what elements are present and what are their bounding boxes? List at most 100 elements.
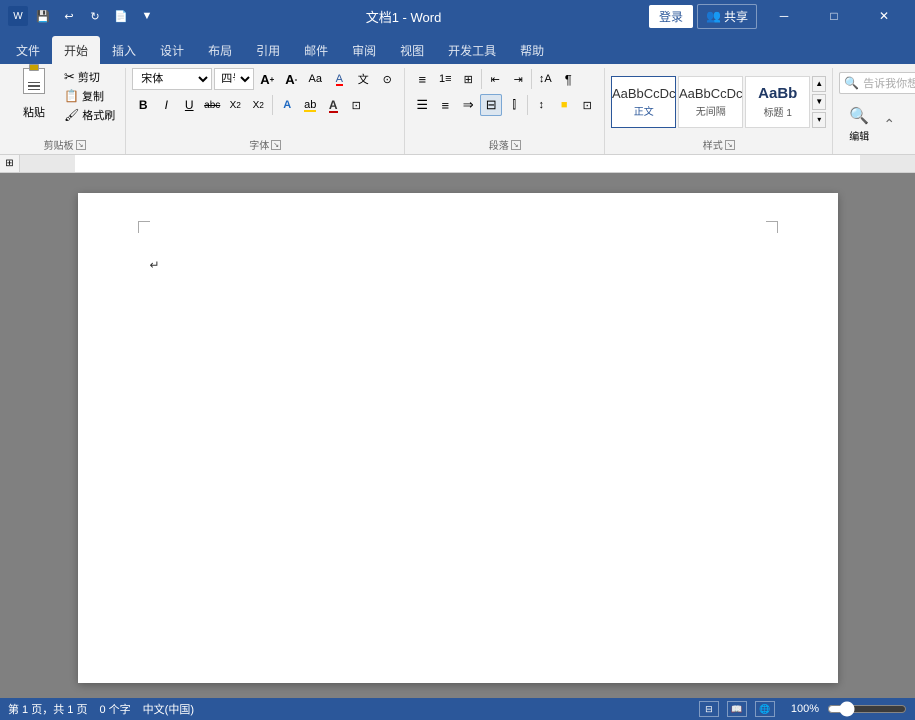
style-normal[interactable]: AaBbCcDc 正文 xyxy=(611,76,676,128)
multilevel-list-button[interactable]: ⊞ xyxy=(457,68,479,90)
decrease-indent-button[interactable]: ⇤ xyxy=(484,68,506,90)
align-center-button[interactable]: ≡ xyxy=(434,94,456,116)
style-normal-preview: AaBbCcDc xyxy=(612,86,676,101)
align-left-button[interactable]: ☰ xyxy=(411,94,433,116)
clipboard-expand-button[interactable]: ↘ xyxy=(76,140,86,150)
font-color-button[interactable]: A xyxy=(322,94,344,116)
strikethrough-button[interactable]: abc xyxy=(201,94,223,116)
sort-button[interactable]: ↕A xyxy=(534,68,556,90)
columns-button[interactable]: ⫿ xyxy=(503,94,525,116)
format-painter-button[interactable]: 🖌 格式刷 xyxy=(60,106,119,124)
align-right-button[interactable]: ⇒ xyxy=(457,94,479,116)
clipboard-small-buttons: ✂ 剪切 📋 复制 🖌 格式刷 xyxy=(60,68,119,135)
underline-button[interactable]: U xyxy=(178,94,200,116)
clear-format-button[interactable]: A xyxy=(328,68,350,90)
web-layout-button[interactable]: 🌐 xyxy=(755,701,775,717)
styles-expand-dialog-button[interactable]: ↘ xyxy=(725,140,735,150)
italic-button[interactable]: I xyxy=(155,94,177,116)
styles-expand-button[interactable]: ▾ xyxy=(812,112,826,128)
styles-scroll-up[interactable]: ▲ xyxy=(812,76,826,92)
numbered-list-button[interactable]: 1≡ xyxy=(434,68,456,90)
tab-insert[interactable]: 插入 xyxy=(100,36,148,64)
ribbon-tabs: 文件 开始 插入 设计 布局 引用 邮件 审阅 视图 开发工具 帮助 xyxy=(0,32,915,64)
style-heading1[interactable]: AaBb 标题 1 xyxy=(745,76,810,128)
app-icon: W xyxy=(8,6,28,26)
document-page[interactable]: ↵ xyxy=(78,193,838,683)
tab-developer[interactable]: 开发工具 xyxy=(436,36,508,64)
login-button[interactable]: 登录 xyxy=(649,5,693,28)
style-no-spacing-label: 无间隔 xyxy=(696,103,726,118)
para-border-button[interactable]: ⊡ xyxy=(576,94,598,116)
search-placeholder: 告诉我你想要做什么 xyxy=(863,75,915,91)
share-button[interactable]: 👥 共享 xyxy=(697,4,757,29)
save-qat-button[interactable]: 💾 xyxy=(32,5,54,27)
qat-more-button[interactable]: ▼ xyxy=(136,5,158,27)
read-mode-button[interactable]: 📖 xyxy=(727,701,747,717)
line-spacing-button[interactable]: ↕ xyxy=(530,94,552,116)
tab-mailings[interactable]: 邮件 xyxy=(292,36,340,64)
copy-label: 复制 xyxy=(82,88,104,104)
font-expand-button[interactable]: ↘ xyxy=(271,140,281,150)
font-grow-button[interactable]: A+ xyxy=(256,68,278,90)
pinyin-button[interactable]: 文 xyxy=(352,68,374,90)
document-area[interactable]: ↵ xyxy=(0,173,915,698)
page-corner-tr xyxy=(766,221,778,233)
title-bar-right: 登录 👥 共享 ─ □ ✕ xyxy=(649,0,907,32)
style-heading1-preview: AaBb xyxy=(758,85,797,102)
zoom-slider[interactable] xyxy=(827,701,907,717)
restore-button[interactable]: □ xyxy=(811,0,857,32)
para-shading-button[interactable]: ■ xyxy=(553,94,575,116)
editing-button[interactable]: 🔍 编辑 xyxy=(839,98,879,150)
font-size-select[interactable]: 四号 xyxy=(214,68,254,90)
bullet-list-button[interactable]: ≡ xyxy=(411,68,433,90)
tab-help[interactable]: 帮助 xyxy=(508,36,556,64)
ruler-content xyxy=(20,155,915,172)
tab-file[interactable]: 文件 xyxy=(4,36,52,64)
tab-references[interactable]: 引用 xyxy=(244,36,292,64)
minimize-button[interactable]: ─ xyxy=(761,0,807,32)
show-hide-button[interactable]: ¶ xyxy=(557,68,579,90)
change-case-button[interactable]: Aa xyxy=(304,68,326,90)
redo-qat-button[interactable]: ↻ xyxy=(84,5,106,27)
print-layout-view-button[interactable]: ⊟ xyxy=(699,701,719,717)
ruler-toggle[interactable]: ⊞ xyxy=(0,155,20,173)
justify-button[interactable]: ⊟ xyxy=(480,94,502,116)
cut-button[interactable]: ✂ 剪切 xyxy=(60,68,119,86)
style-no-spacing[interactable]: AaBbCcDc 无间隔 xyxy=(678,76,743,128)
styles-scroll-down[interactable]: ▼ xyxy=(812,94,826,110)
tab-design[interactable]: 设计 xyxy=(148,36,196,64)
paragraph-expand-button[interactable]: ↘ xyxy=(511,140,521,150)
tab-view[interactable]: 视图 xyxy=(388,36,436,64)
subscript-button[interactable]: X2 xyxy=(224,94,246,116)
encircle-button[interactable]: ⊙ xyxy=(376,68,398,90)
paragraph-group-label: 段落 ↘ xyxy=(411,137,598,152)
ribbon-collapse-button[interactable]: ⌃ xyxy=(883,108,895,140)
undo-qat-button[interactable]: ↩ xyxy=(58,5,80,27)
highlight-color-button[interactable]: ab xyxy=(299,94,321,116)
tab-layout[interactable]: 布局 xyxy=(196,36,244,64)
zoom-level: 100% xyxy=(791,703,819,715)
tab-review[interactable]: 审阅 xyxy=(340,36,388,64)
font-name-select[interactable]: 宋体 xyxy=(132,68,212,90)
title-bar-center: 文档1 - Word xyxy=(366,7,442,26)
styles-group: AaBbCcDc 正文 AaBbCcDc 无间隔 AaBb 标题 1 xyxy=(605,68,833,154)
superscript-button[interactable]: X2 xyxy=(247,94,269,116)
para-row-1: ≡ 1≡ ⊞ ⇤ ⇥ ↕A ¶ xyxy=(411,68,579,90)
tab-home[interactable]: 开始 xyxy=(52,36,100,64)
font-shrink-button[interactable]: A- xyxy=(280,68,302,90)
title-bar-left: W 💾 ↩ ↻ 📄 ▼ xyxy=(8,5,158,27)
editing-label: 编辑 xyxy=(849,128,869,143)
search-box[interactable]: 🔍 告诉我你想要做什么 xyxy=(839,72,915,94)
char-border-button[interactable]: ⊡ xyxy=(345,94,367,116)
search-icon: 🔍 xyxy=(844,76,859,90)
bold-button[interactable]: B xyxy=(132,94,154,116)
close-button[interactable]: ✕ xyxy=(861,0,907,32)
open-qat-button[interactable]: 📄 xyxy=(110,5,132,27)
copy-button[interactable]: 📋 复制 xyxy=(60,87,119,105)
paste-button[interactable]: 粘贴 xyxy=(10,68,58,120)
document-content[interactable]: ↵ xyxy=(150,253,766,553)
increase-indent-button[interactable]: ⇥ xyxy=(507,68,529,90)
chevron-up-icon: ⌃ xyxy=(883,116,895,133)
clipboard-group: 粘贴 ✂ 剪切 📋 复制 🖌 格式刷 xyxy=(4,68,126,154)
text-effect-button[interactable]: A xyxy=(276,94,298,116)
